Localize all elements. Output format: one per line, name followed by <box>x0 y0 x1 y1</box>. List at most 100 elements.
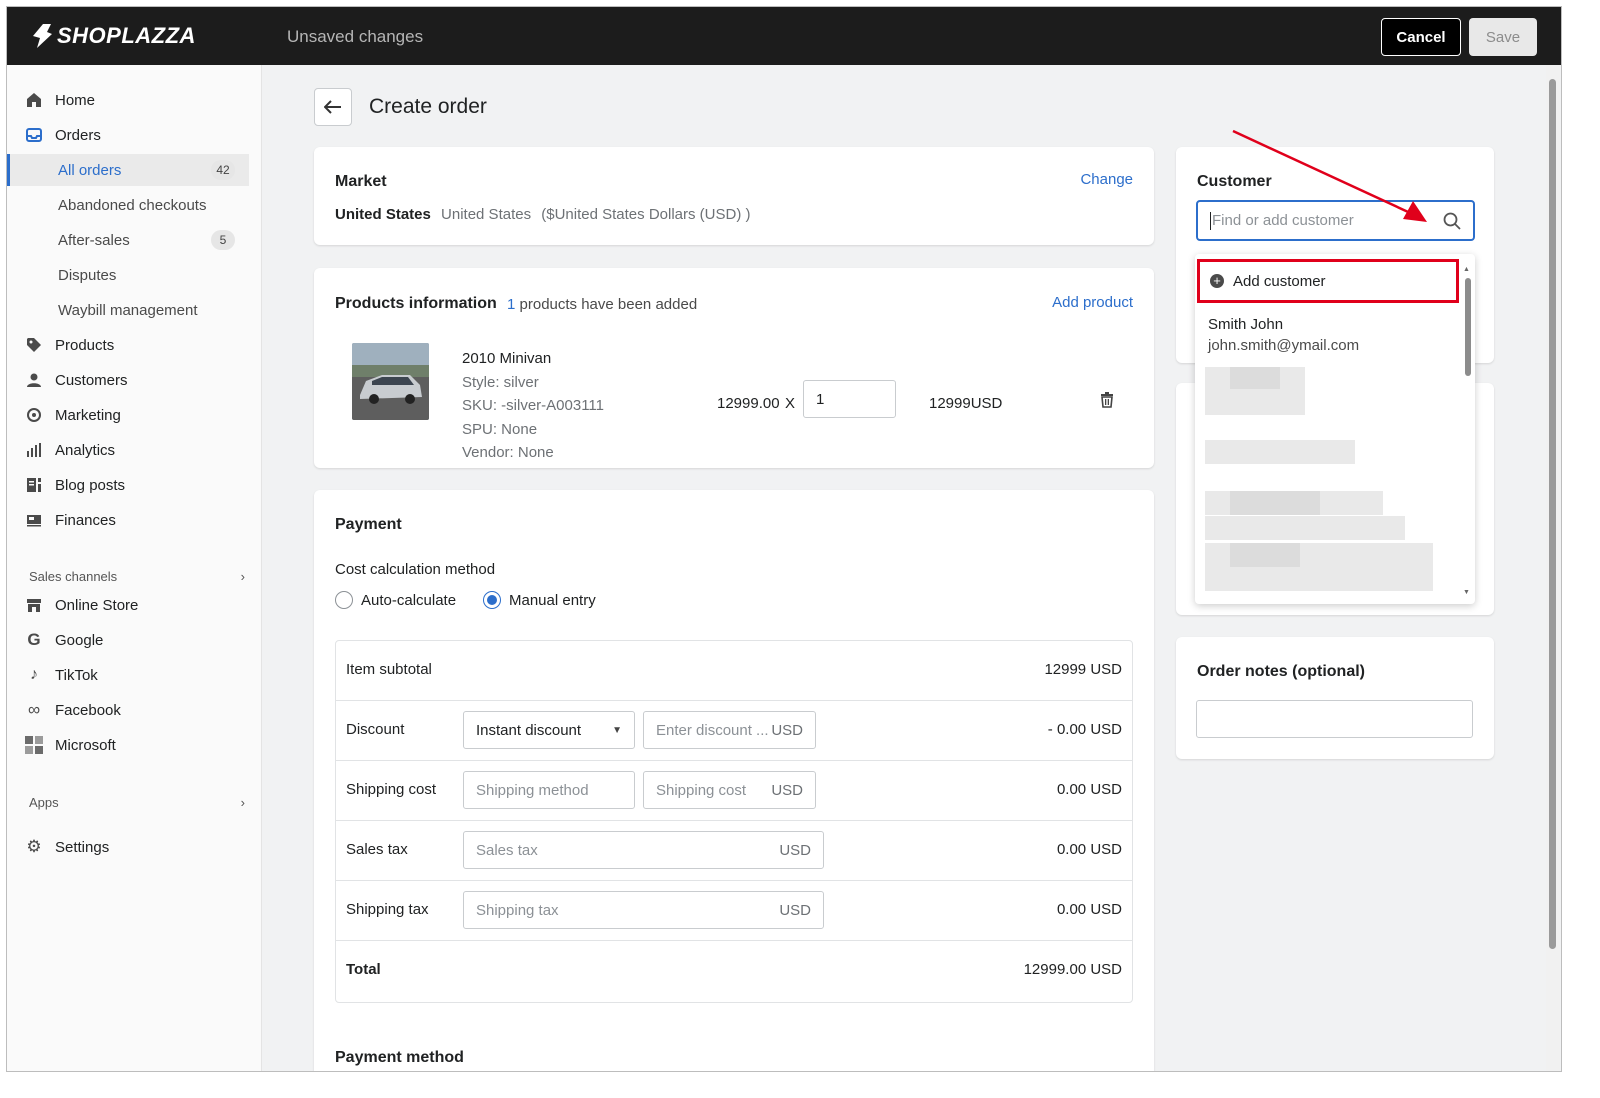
google-icon: G <box>27 630 41 649</box>
product-price: 12999.00 <box>717 395 780 412</box>
currency-suffix: USD <box>771 781 803 799</box>
discount-amount-input[interactable]: Enter discount ... USD <box>643 711 816 749</box>
sidebar-item-online-store[interactable]: Online Store <box>23 590 249 620</box>
apps-header[interactable]: Apps › <box>29 795 245 810</box>
row-label: Sales tax <box>346 841 408 858</box>
person-icon <box>23 371 45 389</box>
product-sku: SKU: -silver-A003111 <box>462 397 605 414</box>
sidebar-item-google[interactable]: G Google <box>23 625 249 655</box>
quantity-input[interactable]: 1 <box>803 380 896 418</box>
sidebar-item-waybill-management[interactable]: Waybill management <box>7 294 249 326</box>
sidebar-item-all-orders[interactable]: All orders 42 <box>7 154 249 186</box>
sidebar-item-label: TikTok <box>55 666 98 684</box>
change-market-link[interactable]: Change <box>1080 171 1133 188</box>
page-scrollbar[interactable] <box>1546 65 1560 1071</box>
section-label: Sales channels <box>29 569 118 584</box>
cancel-button[interactable]: Cancel <box>1381 18 1461 56</box>
meta-icon: ∞ <box>27 700 41 719</box>
sidebar-item-microsoft[interactable]: Microsoft <box>23 730 249 760</box>
document-icon <box>23 476 45 494</box>
blur-block <box>1230 491 1320 515</box>
shipping-tax-input[interactable]: Shipping tax USD <box>463 891 824 929</box>
sidebar-item-label: Customers <box>55 371 128 389</box>
customer-option-smith-john[interactable]: Smith John john.smith@ymail.com <box>1208 314 1359 356</box>
sidebar-item-finances[interactable]: Finances <box>23 505 249 535</box>
row-label: Item subtotal <box>346 661 432 678</box>
radio-unchecked <box>335 591 353 609</box>
sidebar-item-label: Analytics <box>55 441 116 459</box>
manual-entry-radio[interactable]: Manual entry <box>483 591 596 609</box>
sidebar-item-label: Disputes <box>58 266 117 284</box>
sidebar-item-label: Facebook <box>55 701 121 719</box>
order-notes-input[interactable] <box>1196 700 1473 738</box>
product-vendor: Vendor: None <box>462 444 554 461</box>
products-count-text: 1 products have been added <box>507 296 697 313</box>
blurred-customer[interactable] <box>1205 440 1355 464</box>
sidebar-item-settings[interactable]: ⚙ Settings <box>23 832 249 862</box>
microsoft-icon <box>23 736 45 754</box>
payment-summary-table: Item subtotal 12999 USD Discount Instant… <box>335 640 1133 1003</box>
order-notes-card: Order notes (optional) <box>1176 637 1494 759</box>
row-value: 0.00 USD <box>1056 901 1122 918</box>
add-product-link[interactable]: Add product <box>1052 294 1133 311</box>
inbox-icon <box>23 126 45 144</box>
market-region: United States <box>441 206 532 223</box>
sidebar-item-customers[interactable]: Customers <box>23 365 249 395</box>
product-details: 2010 Minivan Style: silver SKU: -silver-… <box>462 347 604 465</box>
market-currency: ($United States Dollars (USD) ) <box>541 206 751 223</box>
sidebar-item-label: Online Store <box>55 596 139 614</box>
app-window: SHOPLAZZA Unsaved changes Cancel Save Ho… <box>6 6 1562 1072</box>
section-label: Apps <box>29 795 59 810</box>
sales-channels-header[interactable]: Sales channels › <box>29 569 245 584</box>
add-customer-option[interactable]: + Add customer <box>1197 259 1459 303</box>
sales-tax-input[interactable]: Sales tax USD <box>463 831 824 869</box>
blur-block <box>1230 367 1280 389</box>
sidebar-item-disputes[interactable]: Disputes <box>7 259 249 291</box>
sidebar-item-label: After-sales <box>58 231 130 249</box>
product-name: 2010 Minivan <box>462 350 552 367</box>
sidebar-item-marketing[interactable]: Marketing <box>23 400 249 430</box>
discount-type-select[interactable]: Instant discount ▼ <box>463 711 635 749</box>
select-value: Instant discount <box>476 721 582 739</box>
sidebar-item-label: Waybill management <box>58 301 198 319</box>
shoplazza-logo-icon <box>33 24 52 48</box>
sidebar-item-label: All orders <box>58 161 122 179</box>
gear-icon: ⚙ <box>26 837 42 856</box>
delete-product-button[interactable] <box>1100 392 1114 412</box>
row-label: Shipping cost <box>346 781 437 798</box>
dropdown-scrollbar-thumb[interactable] <box>1465 278 1471 376</box>
radio-label: Auto-calculate <box>361 591 457 609</box>
total-row: Total 12999.00 USD <box>336 941 1132 1001</box>
shipping-method-input[interactable]: Shipping method <box>463 771 635 809</box>
page-scrollbar-thumb[interactable] <box>1549 79 1556 949</box>
order-notes-title: Order notes (optional) <box>1197 663 1365 680</box>
sidebar-item-after-sales[interactable]: After-sales 5 <box>7 224 249 256</box>
sidebar-item-tiktok[interactable]: ♪ TikTok <box>23 660 249 690</box>
product-image <box>352 343 429 420</box>
tiktok-icon: ♪ <box>30 666 38 683</box>
tag-icon <box>23 336 45 354</box>
brand-name: SHOPLAZZA <box>57 23 196 48</box>
sidebar-item-label: Blog posts <box>55 476 126 494</box>
sidebar-item-home[interactable]: Home <box>23 85 249 115</box>
sidebar-item-label: Google <box>55 631 104 649</box>
row-label: Discount <box>346 721 405 738</box>
sidebar-item-products[interactable]: Products <box>23 330 249 360</box>
back-button[interactable] <box>314 88 352 126</box>
sidebar-item-blog-posts[interactable]: Blog posts <box>23 470 249 500</box>
cost-method-label: Cost calculation method <box>335 561 496 578</box>
sidebar-item-orders[interactable]: Orders <box>23 120 249 150</box>
products-title: Products information <box>335 295 497 312</box>
save-button[interactable]: Save <box>1469 18 1537 56</box>
products-count: 1 <box>507 296 516 313</box>
sidebar-item-analytics[interactable]: Analytics <box>23 435 249 465</box>
input-placeholder: Shipping cost <box>656 781 747 799</box>
discount-row: Discount Instant discount ▼ Enter discou… <box>336 701 1132 761</box>
sidebar-item-facebook[interactable]: ∞ Facebook <box>23 695 249 725</box>
dropdown-scrollbar[interactable]: ▲ ▼ <box>1463 266 1473 596</box>
blur-block <box>1205 516 1405 540</box>
sidebar-item-abandoned-checkouts[interactable]: Abandoned checkouts <box>7 189 249 221</box>
count-badge: 5 <box>211 230 235 250</box>
auto-calculate-radio[interactable]: Auto-calculate <box>335 591 456 609</box>
shipping-cost-input[interactable]: Shipping cost USD <box>643 771 816 809</box>
